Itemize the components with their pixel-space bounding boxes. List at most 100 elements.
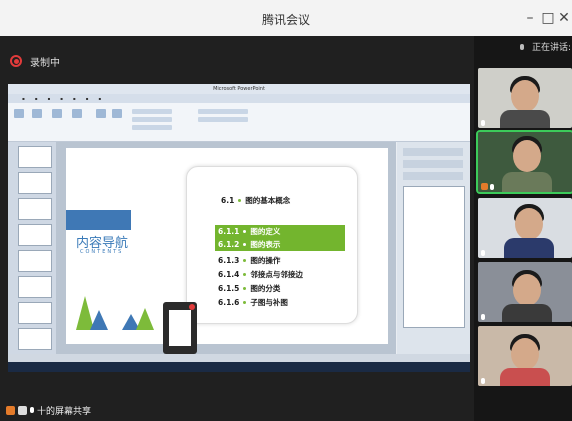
participant-name [481, 250, 485, 256]
ribbon-tab: ▪ [34, 96, 38, 101]
slide-accent-bar [66, 210, 131, 230]
participant-video[interactable] [478, 198, 572, 258]
participant-video[interactable] [478, 262, 572, 322]
slide-thumbnail[interactable] [18, 172, 52, 194]
bullet-icon [243, 273, 247, 276]
close-icon[interactable] [189, 304, 195, 310]
slide-thumbnails [8, 142, 56, 354]
ribbon-tab: ▪ [72, 96, 76, 101]
slide-thumbnail[interactable] [18, 198, 52, 220]
recording-icon [10, 55, 22, 67]
toc-number: 6.1.2 [218, 240, 240, 249]
slide-subheading: CONTENTS [80, 249, 124, 255]
avatar [513, 274, 541, 306]
screen-share-icon [6, 405, 15, 415]
avatar [515, 208, 543, 240]
bullet-icon [243, 259, 247, 262]
microphone-icon [520, 43, 524, 50]
slide-thumbnail[interactable] [18, 328, 52, 350]
toc-number: 6.1.3 [218, 256, 240, 265]
powerpoint-title: Microsoft PowerPoint [8, 84, 470, 94]
toc-text: 子图与补图 [250, 298, 288, 307]
slide-thumbnail[interactable] [18, 250, 52, 272]
recording-label: 录制中 [30, 57, 60, 69]
ribbon-tool-icon [72, 109, 82, 118]
ribbon-option-icon [132, 109, 172, 114]
toc-text: 邻接点与邻接边 [250, 270, 303, 279]
participant-name [481, 314, 485, 320]
speaking-label: 正在讲话: [532, 43, 572, 53]
bullet-icon [243, 301, 247, 304]
ribbon-tab: ▪ [98, 96, 102, 101]
participant-video[interactable] [478, 326, 572, 386]
pane-field [403, 148, 463, 156]
decorative-triangle [136, 308, 154, 330]
toc-item: 6.1.3 图的操作 [218, 255, 280, 266]
toc-item: 6.1.6 子图与补图 [218, 297, 288, 308]
microphone-icon [490, 183, 494, 190]
pane-field [403, 160, 463, 168]
screen-share-label: 十的屏幕共享 [37, 406, 92, 417]
ribbon-tabs: ▪ ▪ ▪ ▪ ▪ ▪ ▪ [8, 94, 470, 103]
pane-field [403, 172, 463, 180]
bullet-icon [238, 199, 242, 202]
bullet-icon [243, 230, 247, 233]
avatar [513, 140, 541, 172]
ribbon-tab: ▪ [22, 96, 25, 101]
toc-card: 6.1 图的基本概念 6.1.1 图的定义 6.1.2 图的表示 6.1.3 图的操作 … [186, 166, 358, 324]
avatar [504, 238, 554, 258]
screen-share-status[interactable]: 十的屏幕共享 [0, 400, 91, 420]
bullet-icon [243, 243, 247, 246]
microphone-icon [481, 314, 485, 320]
participant-name [481, 183, 494, 190]
slide-thumbnail[interactable] [18, 224, 52, 246]
speaking-indicator: 正在讲话: [520, 40, 571, 53]
ribbon-tool-icon [112, 109, 122, 118]
slide-thumbnail[interactable] [18, 302, 52, 324]
floating-preview [169, 310, 191, 346]
toc-text: 图的分类 [250, 284, 281, 293]
window-title: 腾讯会议 [261, 13, 310, 27]
shared-screen: Microsoft PowerPoint ▪ ▪ ▪ ▪ ▪ ▪ ▪ 内容导航 CONTEN… [8, 84, 470, 372]
minimize-button[interactable]: – [521, 9, 539, 27]
camera-icon [18, 405, 27, 415]
recording-indicator[interactable]: 录制中 [10, 52, 60, 70]
ribbon-option-icon [132, 117, 172, 122]
avatar [500, 368, 550, 386]
participant-video[interactable] [478, 68, 572, 128]
slide-thumbnail[interactable] [18, 146, 52, 168]
close-button[interactable]: ✕ [555, 9, 572, 27]
toc-number: 6.1.6 [218, 298, 240, 307]
ribbon-tab: ▪ [47, 96, 51, 101]
avatar [502, 172, 552, 192]
bullet-icon [243, 287, 247, 290]
microphone-icon [481, 378, 485, 384]
avatar [500, 110, 550, 128]
ribbon-tool-icon [14, 109, 24, 118]
status-bar [8, 354, 470, 362]
toc-text: 图的定义 [250, 227, 281, 236]
participant-video[interactable] [476, 130, 572, 194]
avatar [502, 304, 552, 322]
decorative-triangle [90, 310, 108, 330]
slide-thumbnail[interactable] [18, 276, 52, 298]
toc-number: 6.1.1 [218, 227, 240, 236]
toc-item: 6.1 图的基本概念 [221, 195, 290, 206]
floating-panel[interactable] [163, 302, 197, 354]
ribbon-tab: ▪ [60, 96, 63, 101]
side-task-pane [397, 142, 470, 354]
toc-item: 6.1.1 图的定义 [215, 225, 345, 238]
toc-item: 6.1.5 图的分类 [218, 283, 280, 294]
ribbon-option-icon [132, 125, 172, 130]
participant-name [481, 120, 485, 126]
toc-text: 图的基本概念 [245, 196, 291, 205]
ribbon-tool-icon [96, 109, 106, 118]
title-bar: 腾讯会议 – □ ✕ [0, 0, 572, 36]
toc-number: 6.1.4 [218, 270, 240, 279]
ribbon-option-icon [198, 117, 248, 122]
toc-text: 图的操作 [250, 256, 281, 265]
avatar [511, 80, 539, 112]
toc-number: 6.1 [221, 196, 235, 205]
ribbon [8, 103, 470, 142]
toc-item: 6.1.4 邻接点与邻接边 [218, 269, 303, 280]
